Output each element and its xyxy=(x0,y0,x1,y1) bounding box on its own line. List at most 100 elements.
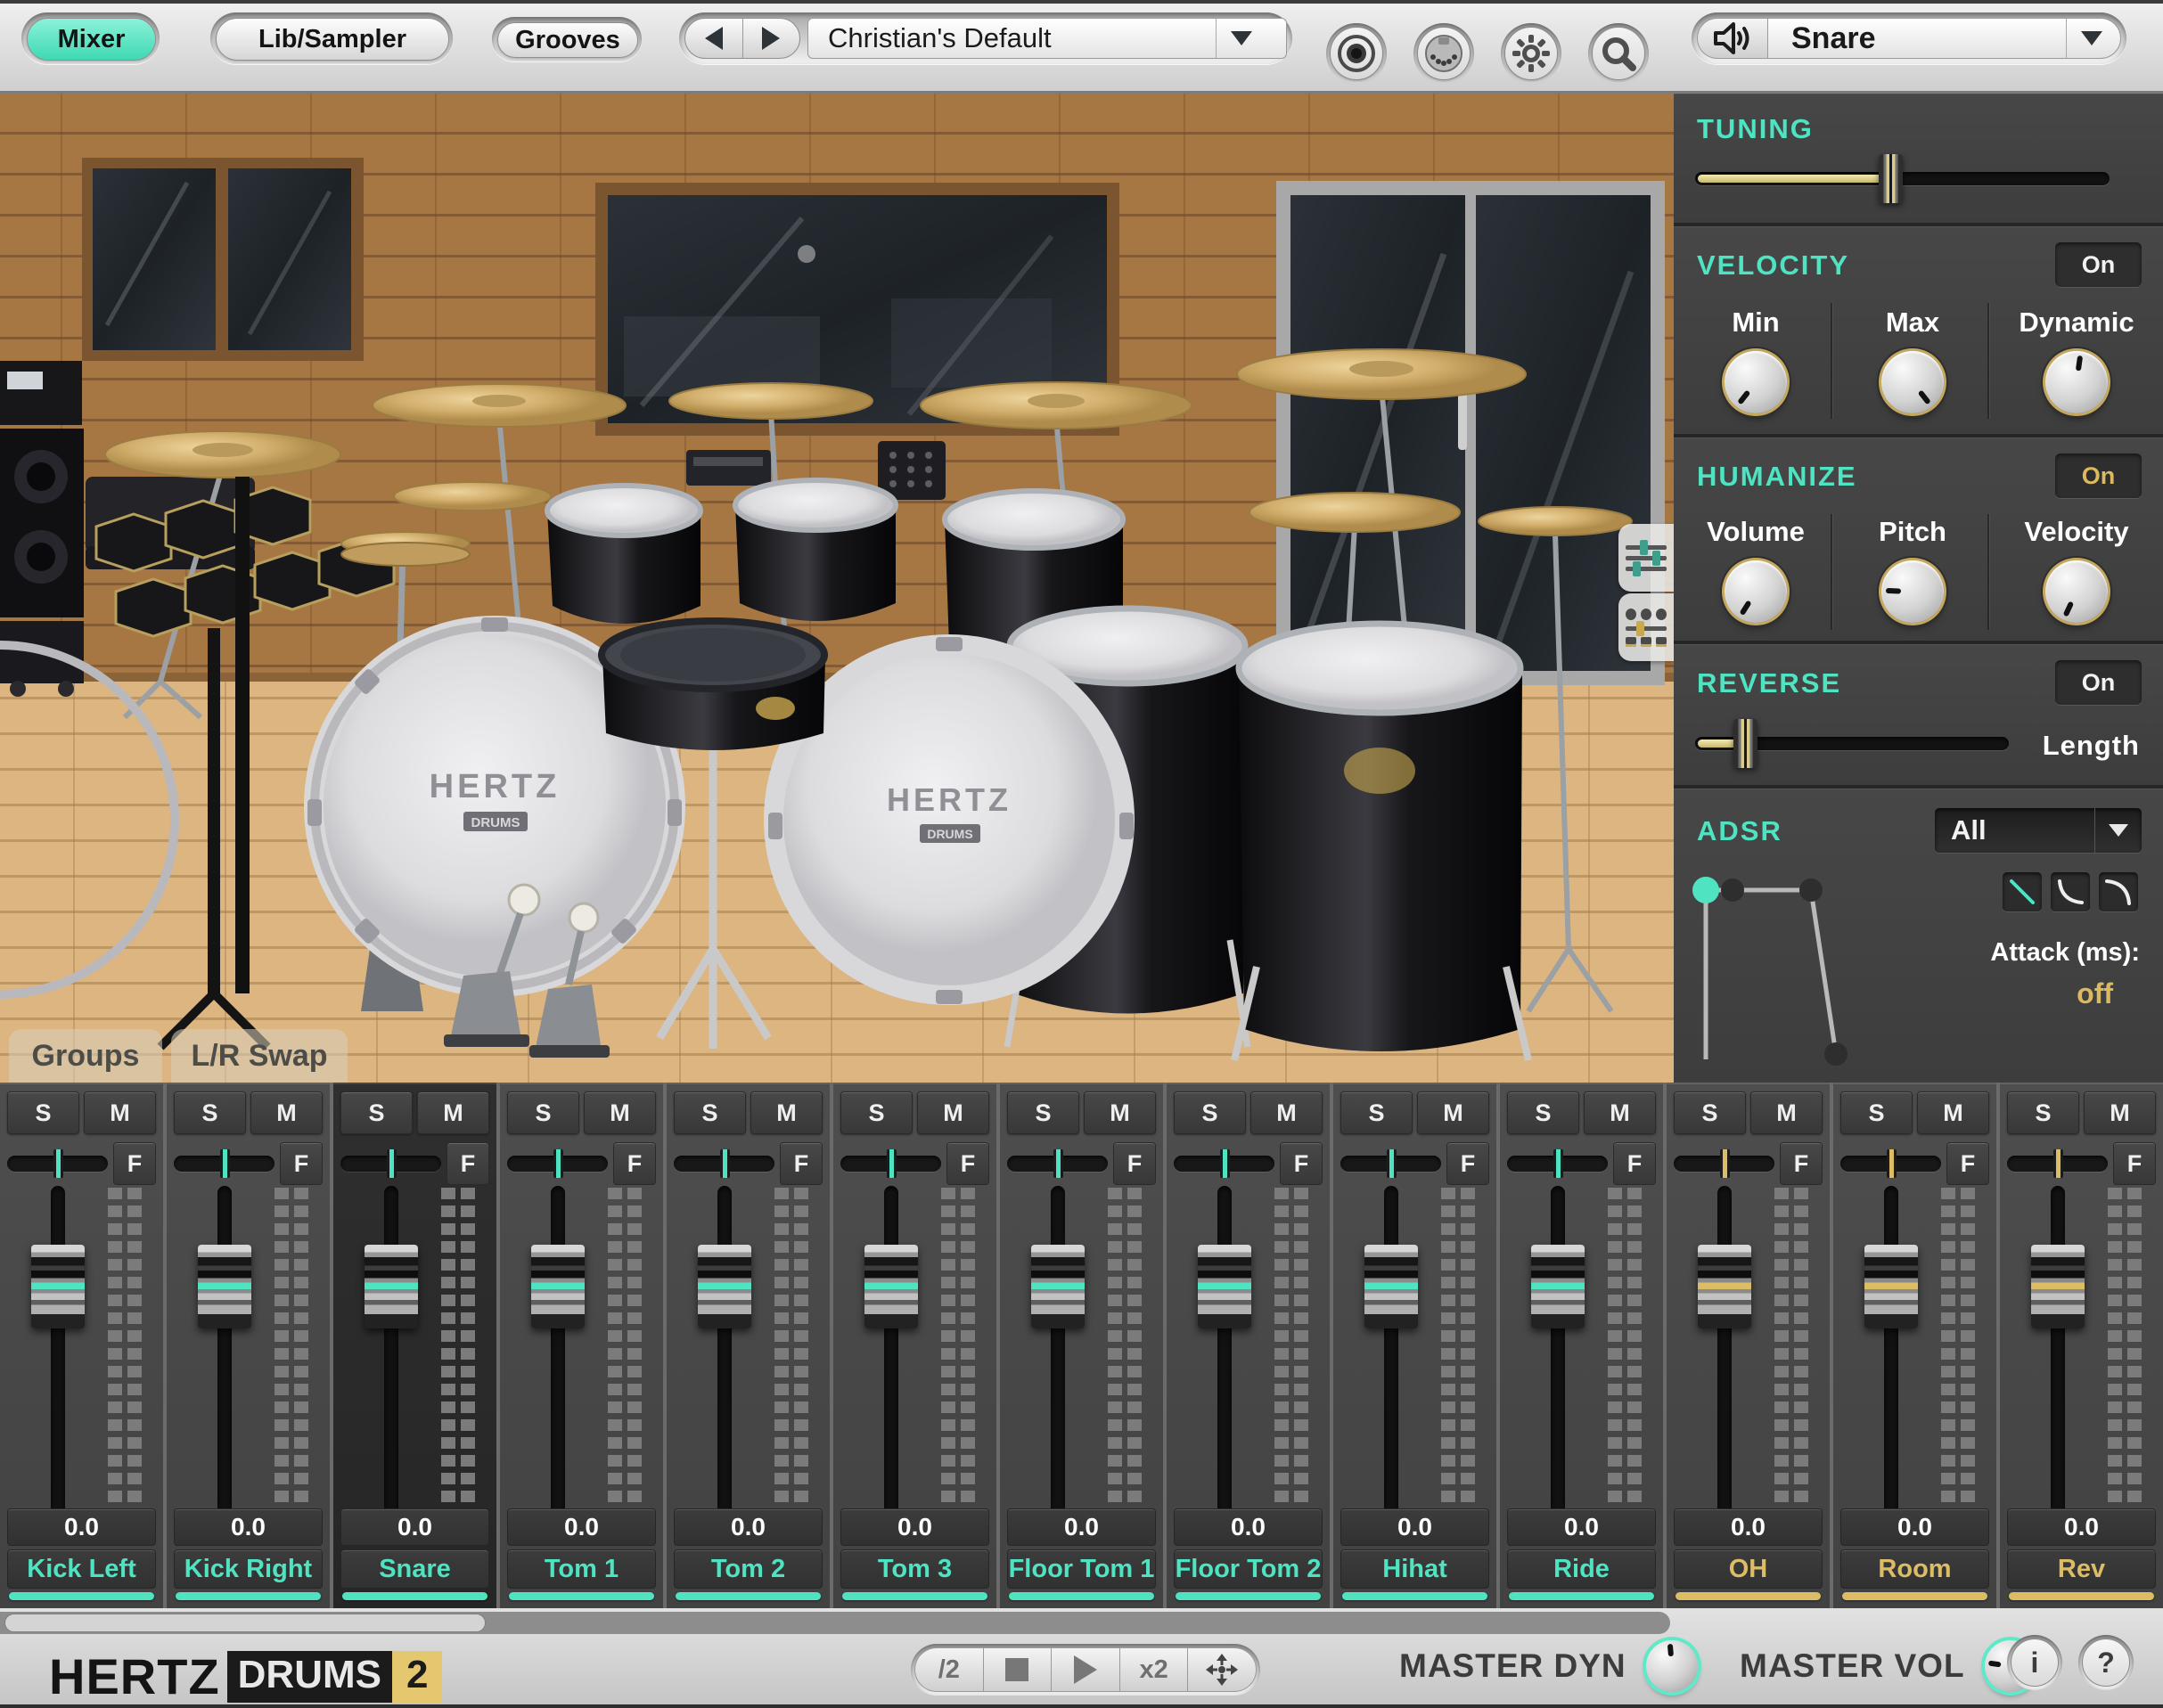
fx-button[interactable]: F xyxy=(280,1142,323,1185)
channel-label[interactable]: Floor Tom 1 xyxy=(1007,1549,1156,1589)
mute-button[interactable]: M xyxy=(417,1091,489,1134)
tom-2[interactable] xyxy=(735,480,896,621)
solo-button[interactable]: S xyxy=(340,1091,413,1134)
mute-button[interactable]: M xyxy=(1250,1091,1323,1134)
channel-label[interactable]: Room xyxy=(1840,1549,1989,1589)
fader-cap[interactable] xyxy=(531,1245,585,1328)
mute-button[interactable]: M xyxy=(2084,1091,2156,1134)
adsr-target-dropdown[interactable]: All xyxy=(1935,808,2142,853)
fader-cap[interactable] xyxy=(864,1245,918,1328)
mute-button[interactable]: M xyxy=(584,1091,656,1134)
tom-1[interactable] xyxy=(547,486,701,624)
fx-button[interactable]: F xyxy=(447,1142,489,1185)
tab-groups[interactable]: Groups xyxy=(9,1029,162,1083)
tuning-slider[interactable] xyxy=(1695,172,2110,185)
velocity-min-knob[interactable] xyxy=(1725,351,1787,413)
channel-label[interactable]: Tom 1 xyxy=(507,1549,656,1589)
settings-button[interactable] xyxy=(1501,23,1561,84)
fx-button[interactable]: F xyxy=(1613,1142,1656,1185)
solo-button[interactable]: S xyxy=(1007,1091,1079,1134)
volume-fader[interactable] xyxy=(1717,1186,1732,1517)
reverse-on-button[interactable]: On xyxy=(2055,660,2142,705)
fader-cap[interactable] xyxy=(1364,1245,1418,1328)
scrollbar-thumb[interactable] xyxy=(4,1614,486,1632)
mixer-scrollbar[interactable] xyxy=(0,1612,1670,1634)
mute-button[interactable]: M xyxy=(1750,1091,1823,1134)
crash-cymbal-center[interactable] xyxy=(669,383,873,419)
preset-next-button[interactable] xyxy=(742,19,800,58)
solo-button[interactable]: S xyxy=(1507,1091,1579,1134)
channel-label[interactable]: Snare xyxy=(340,1549,489,1589)
fader-cap[interactable] xyxy=(698,1245,751,1328)
fx-button[interactable]: F xyxy=(613,1142,656,1185)
fader-cap[interactable] xyxy=(1864,1245,1918,1328)
fx-button[interactable]: F xyxy=(1946,1142,1989,1185)
master-dyn-knob[interactable] xyxy=(1646,1640,1698,1692)
info-button[interactable]: i xyxy=(2007,1635,2062,1690)
velocity-on-button[interactable]: On xyxy=(2055,242,2142,287)
volume-fader[interactable] xyxy=(2051,1186,2065,1517)
fader-cap[interactable] xyxy=(1698,1245,1751,1328)
volume-fader[interactable] xyxy=(1384,1186,1398,1517)
pan-slider[interactable] xyxy=(674,1156,774,1172)
splash-cymbal-left[interactable] xyxy=(394,482,551,511)
volume-fader[interactable] xyxy=(1217,1186,1232,1517)
fader-cap[interactable] xyxy=(1198,1245,1251,1328)
pan-slider[interactable] xyxy=(2007,1156,2108,1172)
curve-exp-button[interactable] xyxy=(2051,872,2090,911)
preset-dropdown[interactable]: Christian's Default xyxy=(807,18,1287,59)
snare-drum[interactable] xyxy=(602,621,825,750)
solo-button[interactable]: S xyxy=(1840,1091,1913,1134)
fx-button[interactable]: F xyxy=(2113,1142,2156,1185)
pan-slider[interactable] xyxy=(507,1156,608,1172)
humanize-volume-knob[interactable] xyxy=(1725,560,1787,623)
fx-button[interactable]: F xyxy=(1113,1142,1156,1185)
tab-mixer[interactable]: Mixer xyxy=(27,18,156,61)
mute-button[interactable]: M xyxy=(750,1091,823,1134)
instrument-dropdown[interactable]: Snare xyxy=(1767,18,2121,59)
channel-label[interactable]: Ride xyxy=(1507,1549,1656,1589)
drag-midi-button[interactable] xyxy=(1187,1647,1257,1692)
volume-fader[interactable] xyxy=(884,1186,898,1517)
fx-button[interactable]: F xyxy=(1780,1142,1823,1185)
fader-cap[interactable] xyxy=(31,1245,85,1328)
play-button[interactable] xyxy=(1051,1647,1119,1692)
floor-tom-2[interactable] xyxy=(1234,624,1528,1060)
adsr-envelope-graph[interactable] xyxy=(1686,865,1900,1070)
mute-button[interactable]: M xyxy=(1584,1091,1656,1134)
volume-fader[interactable] xyxy=(384,1186,398,1517)
fader-cap[interactable] xyxy=(1531,1245,1585,1328)
half-tempo-button[interactable]: /2 xyxy=(914,1647,983,1692)
preset-prev-button[interactable] xyxy=(685,19,742,58)
mute-button[interactable]: M xyxy=(1917,1091,1989,1134)
tab-grooves[interactable]: Grooves xyxy=(497,22,638,58)
stop-button[interactable] xyxy=(983,1647,1052,1692)
pan-slider[interactable] xyxy=(1340,1156,1441,1172)
solo-button[interactable]: S xyxy=(840,1091,913,1134)
pan-slider[interactable] xyxy=(1507,1156,1608,1172)
pan-slider[interactable] xyxy=(174,1156,274,1172)
fx-button[interactable]: F xyxy=(780,1142,823,1185)
drum-kit-stage[interactable]: HERTZ DRUMS HERTZ DRUMS xyxy=(0,94,1674,1083)
china-cymbal[interactable] xyxy=(1237,349,1526,399)
search-button[interactable] xyxy=(1588,23,1649,84)
splash-cymbal-right[interactable] xyxy=(1479,507,1632,535)
fx-button[interactable]: F xyxy=(946,1142,989,1185)
solo-button[interactable]: S xyxy=(507,1091,579,1134)
mute-button[interactable]: M xyxy=(1417,1091,1489,1134)
double-tempo-button[interactable]: x2 xyxy=(1119,1647,1188,1692)
volume-fader[interactable] xyxy=(51,1186,65,1517)
volume-fader[interactable] xyxy=(217,1186,232,1517)
curve-linear-button[interactable] xyxy=(2003,872,2042,911)
kit-panel-flyout-button[interactable] xyxy=(1618,593,1674,661)
solo-button[interactable]: S xyxy=(7,1091,79,1134)
crash-cymbal-right[interactable] xyxy=(921,382,1192,429)
pan-slider[interactable] xyxy=(840,1156,941,1172)
monitor-button[interactable] xyxy=(1326,23,1387,84)
pan-slider[interactable] xyxy=(7,1156,108,1172)
volume-fader[interactable] xyxy=(1884,1186,1898,1517)
pan-slider[interactable] xyxy=(1840,1156,1941,1172)
solo-button[interactable]: S xyxy=(1174,1091,1246,1134)
pan-slider[interactable] xyxy=(340,1156,441,1172)
channel-label[interactable]: OH xyxy=(1674,1549,1823,1589)
